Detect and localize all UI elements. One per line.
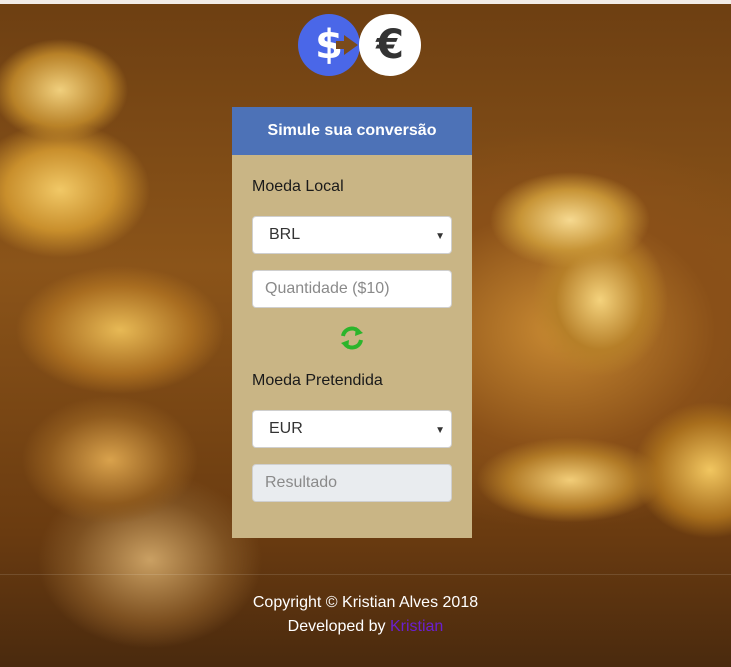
arrow-right-icon [344, 35, 358, 55]
local-currency-label: Moeda Local [252, 178, 344, 195]
amount-input[interactable]: Quantidade ($10) [252, 270, 452, 308]
local-currency-value: BRL [269, 226, 301, 243]
conversion-card: Simule sua conversão Moeda Local BRL ▼ Q… [232, 107, 472, 538]
target-currency-select[interactable]: EUR ▼ [252, 410, 452, 448]
target-currency-label: Moeda Pretendida [252, 372, 383, 389]
developer-link[interactable]: Kristian [390, 618, 443, 635]
top-bar [0, 0, 731, 4]
local-currency-select[interactable]: BRL ▼ [252, 216, 452, 254]
result-placeholder: Resultado [265, 474, 338, 491]
copyright-text: Copyright © Kristian Alves 2018 [252, 594, 479, 611]
euro-icon: € [359, 14, 421, 76]
result-field[interactable]: Resultado [252, 464, 452, 502]
currency-logo: $ € [298, 14, 422, 78]
footer-divider [0, 574, 731, 575]
chevron-down-icon: ▼ [435, 231, 445, 242]
target-currency-value: EUR [269, 420, 303, 437]
card-title: Simule sua conversão [232, 107, 472, 155]
developer-credit: Developed by Kristian [0, 618, 731, 636]
developed-by-text: Developed by [287, 618, 386, 635]
refresh-icon[interactable] [339, 325, 365, 351]
amount-placeholder: Quantidade ($10) [265, 280, 390, 297]
chevron-down-icon: ▼ [435, 425, 445, 436]
